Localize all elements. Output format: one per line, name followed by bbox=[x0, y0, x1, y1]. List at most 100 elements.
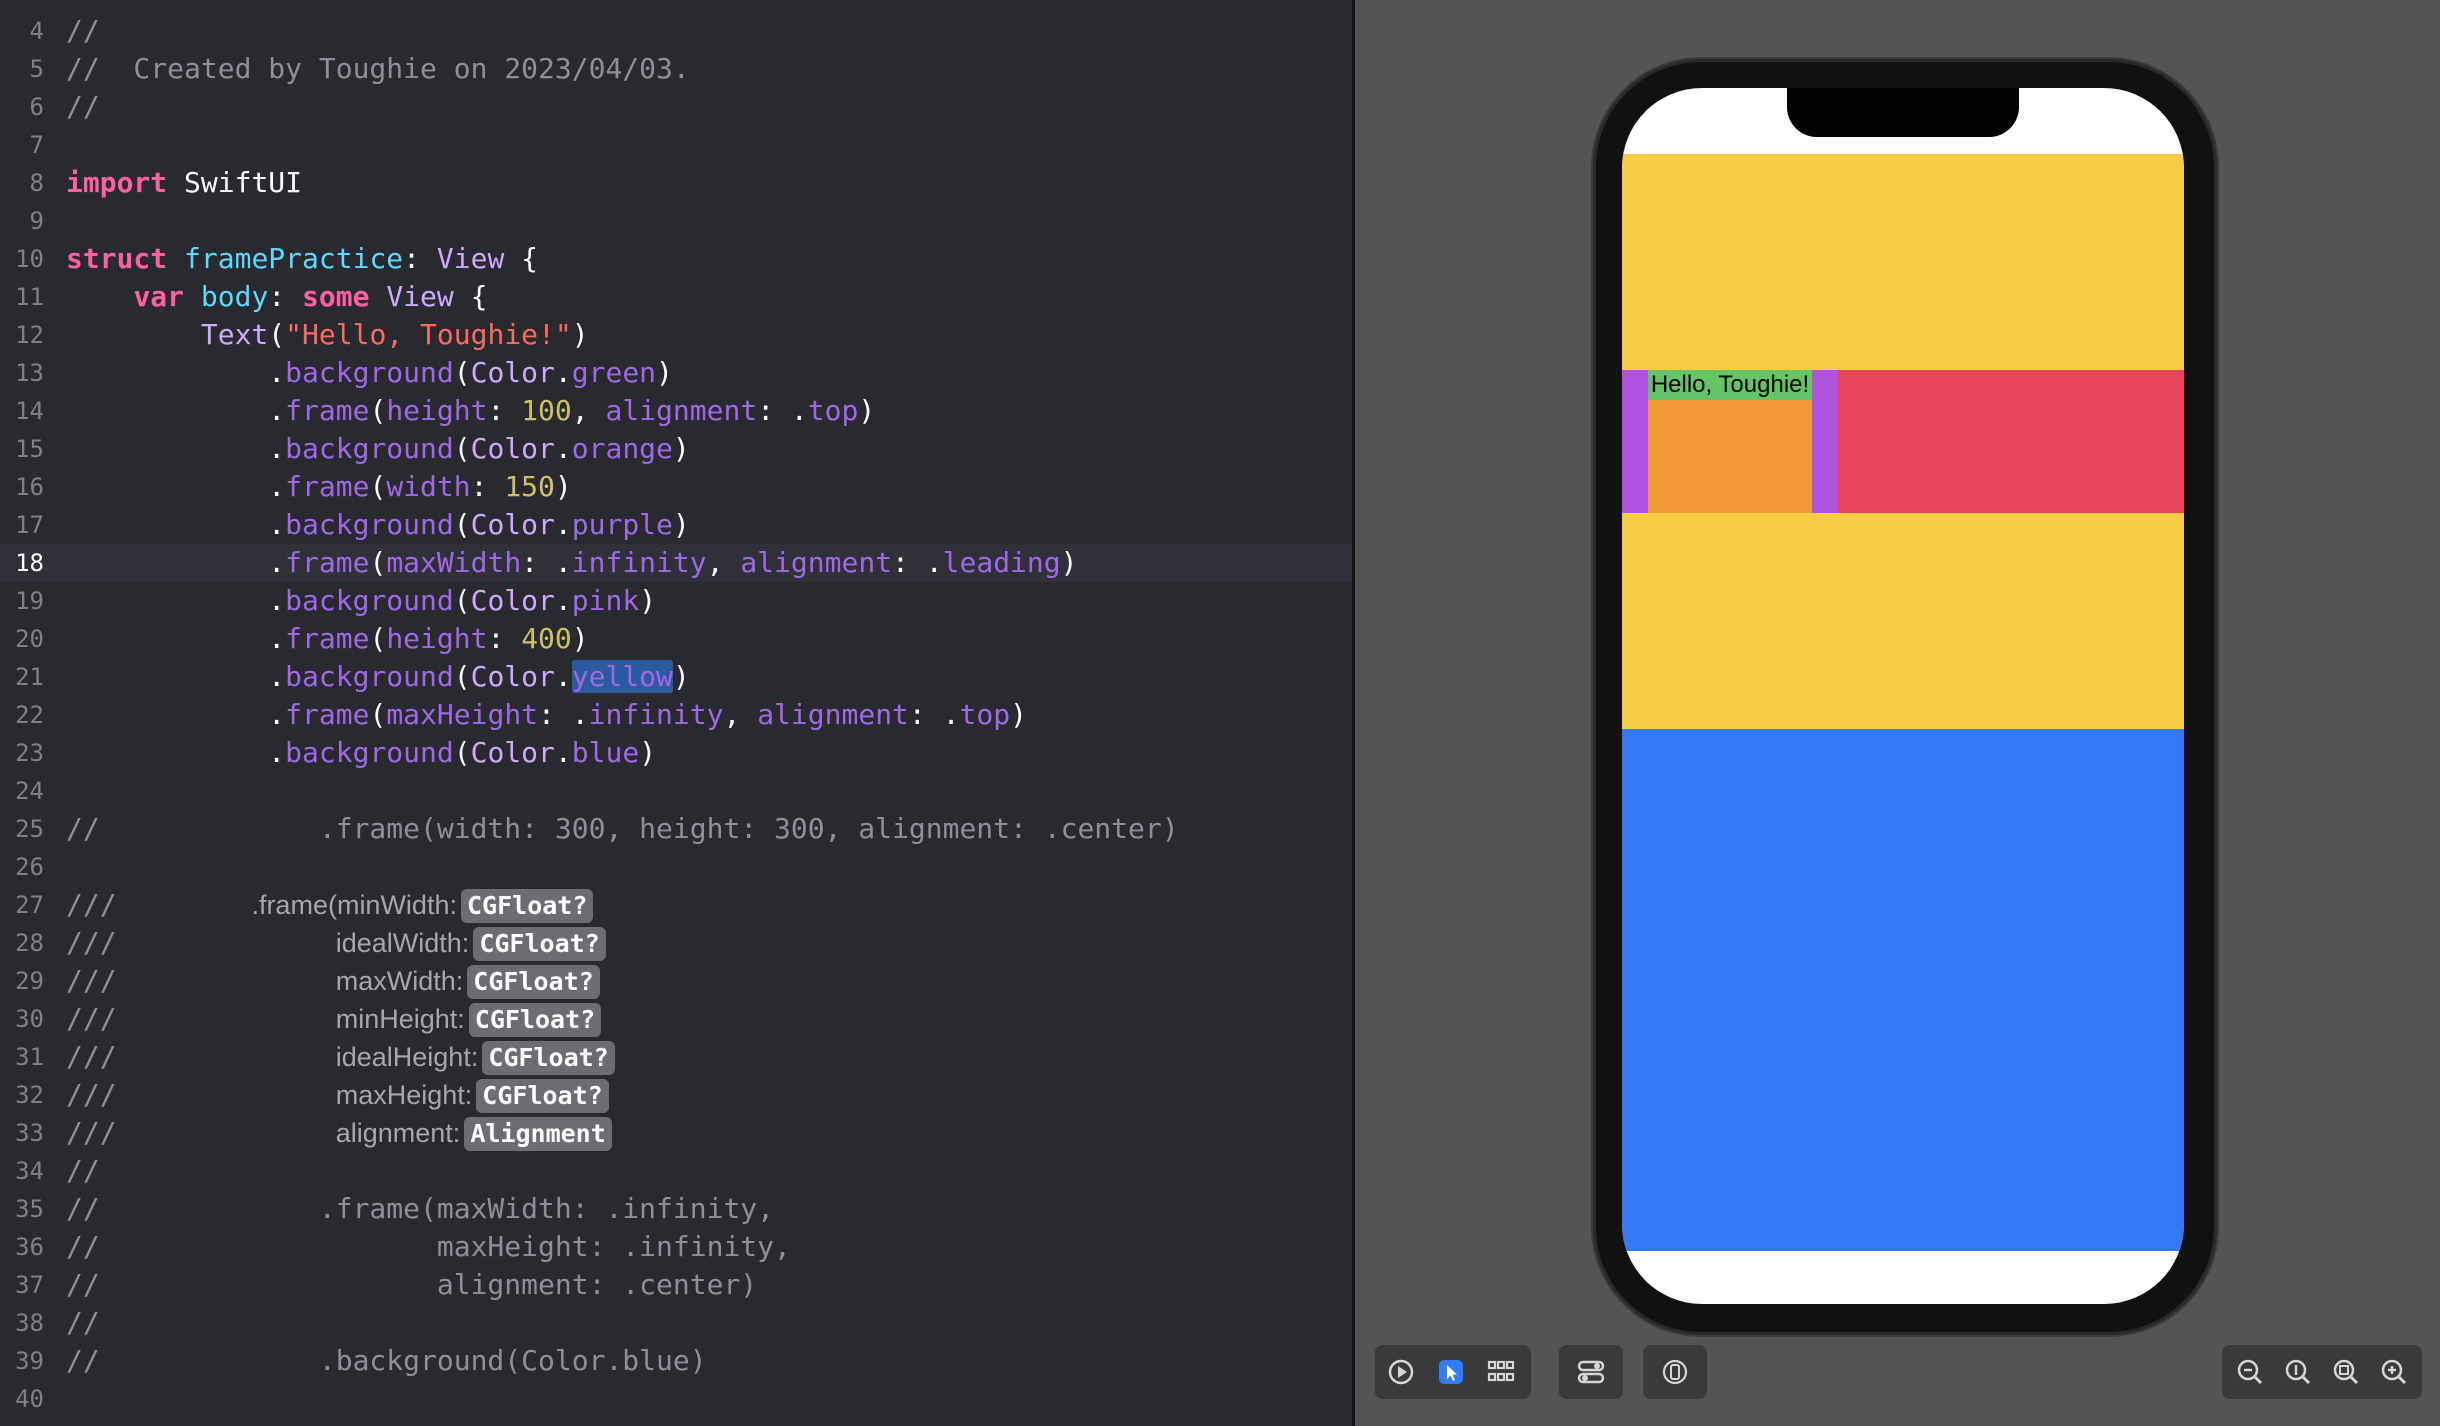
line-number: 6 bbox=[29, 93, 44, 121]
purple-background: Hello, Toughie! bbox=[1622, 370, 1838, 513]
code-line[interactable]: 39 // .background(Color.blue) bbox=[0, 1342, 1352, 1380]
code-line[interactable]: 19 .background(Color.pink) bbox=[0, 582, 1352, 620]
code-text[interactable]: // bbox=[66, 88, 100, 126]
code-line[interactable]: 11 var body: some View { bbox=[0, 278, 1352, 316]
code-text[interactable]: var body: some View { bbox=[66, 278, 487, 316]
code-line[interactable]: 32 /// maxHeight: CGFloat? bbox=[0, 1076, 1352, 1114]
grid-icon[interactable] bbox=[1483, 1354, 1519, 1390]
code-line[interactable]: 28 /// idealWidth: CGFloat? bbox=[0, 924, 1352, 962]
code-line[interactable]: 37 // alignment: .center) bbox=[0, 1266, 1352, 1304]
line-number: 13 bbox=[15, 359, 44, 387]
code-text[interactable]: .frame(maxWidth: .infinity, alignment: .… bbox=[66, 544, 1077, 582]
code-line[interactable]: 31 /// idealHeight: CGFloat? bbox=[0, 1038, 1352, 1076]
code-line[interactable]: 30 /// minHeight: CGFloat? bbox=[0, 1000, 1352, 1038]
code-text[interactable]: import SwiftUI bbox=[66, 164, 302, 202]
code-line[interactable]: 26 bbox=[0, 848, 1352, 886]
code-text[interactable]: .background(Color.blue) bbox=[66, 734, 656, 772]
code-line[interactable]: 25 // .frame(width: 300, height: 300, ali… bbox=[0, 810, 1352, 848]
line-number: 19 bbox=[15, 587, 44, 615]
code-text[interactable]: // Created by Toughie on 2023/04/03. bbox=[66, 50, 690, 88]
variants-icon[interactable] bbox=[1573, 1354, 1609, 1390]
code-text[interactable]: .background(Color.yellow) bbox=[66, 658, 690, 696]
code-line[interactable]: 23 .background(Color.blue) bbox=[0, 734, 1352, 772]
code-text[interactable]: /// idealWidth: CGFloat? bbox=[66, 924, 606, 962]
code-line[interactable]: 9 bbox=[0, 202, 1352, 240]
code-text[interactable]: // maxHeight: .infinity, bbox=[66, 1228, 791, 1266]
code-line[interactable]: 40 bbox=[0, 1380, 1352, 1418]
code-text[interactable]: // bbox=[66, 1152, 100, 1190]
zoom-actual-icon[interactable] bbox=[2280, 1354, 2316, 1390]
line-number: 12 bbox=[15, 321, 44, 349]
code-line[interactable]: 13 .background(Color.green) bbox=[0, 354, 1352, 392]
code-line[interactable]: 8 import SwiftUI bbox=[0, 164, 1352, 202]
code-line[interactable]: 27 /// .frame(minWidth: CGFloat? bbox=[0, 886, 1352, 924]
select-icon[interactable] bbox=[1433, 1354, 1469, 1390]
code-line[interactable]: 38 // bbox=[0, 1304, 1352, 1342]
zoom-out-icon[interactable] bbox=[2232, 1354, 2268, 1390]
code-text[interactable]: // .frame(maxWidth: .infinity, bbox=[66, 1190, 774, 1228]
line-number: 14 bbox=[15, 397, 44, 425]
code-line[interactable]: 16 .frame(width: 150) bbox=[0, 468, 1352, 506]
line-number: 20 bbox=[15, 625, 44, 653]
code-text[interactable]: .frame(maxHeight: .infinity, alignment: … bbox=[66, 696, 1027, 734]
play-icon[interactable] bbox=[1383, 1354, 1419, 1390]
line-number: 40 bbox=[15, 1385, 44, 1413]
code-text[interactable]: /// idealHeight: CGFloat? bbox=[66, 1038, 615, 1076]
preview-canvas: Hello, Toughie! bbox=[1355, 0, 2440, 1426]
code-line[interactable]: 35 // .frame(maxWidth: .infinity, bbox=[0, 1190, 1352, 1228]
line-number: 7 bbox=[29, 131, 44, 159]
code-text[interactable]: Text("Hello, Toughie!") bbox=[66, 316, 589, 354]
code-line[interactable]: 33 /// alignment: Alignment bbox=[0, 1114, 1352, 1152]
code-line[interactable]: 24 bbox=[0, 772, 1352, 810]
code-text[interactable]: // bbox=[66, 12, 100, 50]
code-text[interactable]: // .background(Color.blue) bbox=[66, 1342, 707, 1380]
code-text[interactable]: struct framePractice: View { bbox=[66, 240, 538, 278]
code-line[interactable]: 29 /// maxWidth: CGFloat? bbox=[0, 962, 1352, 1000]
line-number: 39 bbox=[15, 1347, 44, 1375]
zoom-fit-icon[interactable] bbox=[2328, 1354, 2364, 1390]
line-number: 32 bbox=[15, 1081, 44, 1109]
code-line[interactable]: 4 // bbox=[0, 12, 1352, 50]
code-editor[interactable]: 4 // 5 // Created by Toughie on 2023/04/03.… bbox=[0, 0, 1352, 1426]
code-text[interactable]: .frame(height: 100, alignment: .top) bbox=[66, 392, 875, 430]
code-text[interactable]: // bbox=[66, 1304, 100, 1342]
hello-text[interactable]: Hello, Toughie! bbox=[1648, 370, 1812, 400]
code-text[interactable]: .frame(width: 150) bbox=[66, 468, 571, 506]
code-text[interactable]: /// maxWidth: CGFloat? bbox=[66, 962, 600, 1000]
code-line[interactable]: 6 // bbox=[0, 88, 1352, 126]
code-text[interactable]: // alignment: .center) bbox=[66, 1266, 757, 1304]
code-line[interactable]: 14 .frame(height: 100, alignment: .top) bbox=[0, 392, 1352, 430]
code-line[interactable]: 7 bbox=[0, 126, 1352, 164]
code-text[interactable]: /// alignment: Alignment bbox=[66, 1114, 612, 1152]
code-line[interactable]: 15 .background(Color.orange) bbox=[0, 430, 1352, 468]
code-line[interactable]: 12 Text("Hello, Toughie!") bbox=[0, 316, 1352, 354]
code-text[interactable]: /// minHeight: CGFloat? bbox=[66, 1000, 602, 1038]
code-line[interactable]: 21 .background(Color.yellow) bbox=[0, 658, 1352, 696]
code-text[interactable]: .background(Color.green) bbox=[66, 354, 673, 392]
code-line[interactable]: 10 struct framePractice: View { bbox=[0, 240, 1352, 278]
zoom-in-icon[interactable] bbox=[2376, 1354, 2412, 1390]
line-number: 28 bbox=[15, 929, 44, 957]
device-settings-icon[interactable] bbox=[1657, 1354, 1693, 1390]
code-line[interactable]: 34 // bbox=[0, 1152, 1352, 1190]
code-line[interactable]: 18 .frame(maxWidth: .infinity, alignment… bbox=[0, 544, 1352, 582]
code-line[interactable]: 22 .frame(maxHeight: .infinity, alignmen… bbox=[0, 696, 1352, 734]
line-number: 15 bbox=[15, 435, 44, 463]
device-group bbox=[1643, 1345, 1707, 1399]
line-number: 34 bbox=[15, 1157, 44, 1185]
code-text[interactable]: .frame(height: 400) bbox=[66, 620, 588, 658]
code-line[interactable]: 36 // maxHeight: .infinity, bbox=[0, 1228, 1352, 1266]
code-text[interactable]: .background(Color.purple) bbox=[66, 506, 689, 544]
line-number: 31 bbox=[15, 1043, 44, 1071]
code-line[interactable]: 20 .frame(height: 400) bbox=[0, 620, 1352, 658]
code-text[interactable]: /// .frame(minWidth: CGFloat? bbox=[66, 886, 594, 924]
code-line[interactable]: 17 .background(Color.purple) bbox=[0, 506, 1352, 544]
line-number: 9 bbox=[29, 207, 44, 235]
line-number: 10 bbox=[15, 245, 44, 273]
code-text[interactable]: .background(Color.orange) bbox=[66, 430, 689, 468]
code-text[interactable]: // .frame(width: 300, height: 300, align… bbox=[66, 810, 1179, 848]
code-line[interactable]: 5 // Created by Toughie on 2023/04/03. bbox=[0, 50, 1352, 88]
line-number: 30 bbox=[15, 1005, 44, 1033]
code-text[interactable]: .background(Color.pink) bbox=[66, 582, 656, 620]
code-text[interactable]: /// maxHeight: CGFloat? bbox=[66, 1076, 609, 1114]
